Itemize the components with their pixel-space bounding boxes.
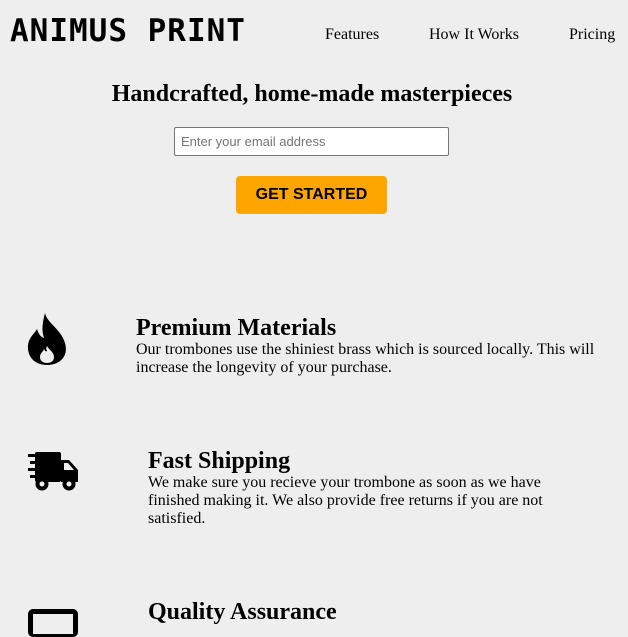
feature-title: Premium Materials <box>136 315 337 341</box>
nav-link-pricing[interactable]: Pricing <box>569 26 615 43</box>
hero-title: Handcrafted, home-made masterpieces <box>111 81 513 107</box>
shipping-truck-icon <box>28 452 78 491</box>
feature-description: We make sure you recieve your trombone a… <box>148 474 543 527</box>
nav-link-features[interactable]: Features <box>325 26 379 43</box>
fire-icon <box>27 313 66 365</box>
feature-description: Our trombones use the shiniest brass whi… <box>136 341 595 376</box>
feature-title: Quality Assurance <box>148 599 337 625</box>
email-input[interactable] <box>174 127 449 156</box>
feature-title: Fast Shipping <box>148 448 291 474</box>
logo[interactable]: ANIMUS PRINT <box>10 14 246 48</box>
get-started-button[interactable]: GET STARTED <box>236 176 387 214</box>
quality-assurance-icon <box>28 609 78 637</box>
nav-link-how-it-works[interactable]: How It Works <box>429 26 519 43</box>
